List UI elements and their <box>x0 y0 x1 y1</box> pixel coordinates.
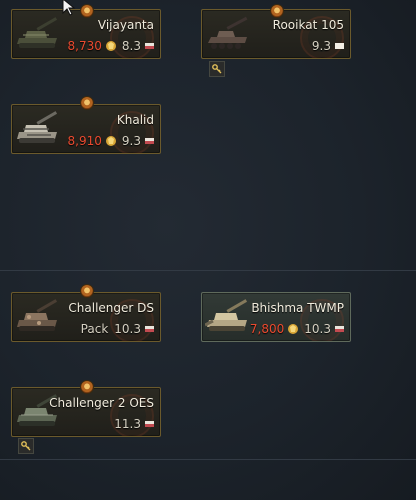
battle-rating: 9.3 <box>311 39 331 53</box>
vehicle-name: Vijayanta <box>97 18 154 32</box>
research-tree-panel: { "vehicles": [ {"name": "Vijayanta", "p… <box>0 0 416 500</box>
vehicle-price: 8,730 <box>67 39 102 53</box>
country-flag-icon <box>335 326 344 332</box>
vehicle-stats: 7,800 10.3 <box>250 322 344 336</box>
country-flag-icon <box>145 421 154 427</box>
rank-medal-icon <box>80 96 94 110</box>
rank-medal-icon <box>80 4 94 18</box>
vehicle-card-challenger-2-oes[interactable]: Challenger 2 OES 11.3 <box>11 387 161 437</box>
golden-lions-icon <box>105 136 116 146</box>
key-icon <box>209 61 225 77</box>
pack-label: Pack <box>80 322 109 336</box>
rank-medal-icon <box>80 380 94 394</box>
battle-rating: 8.3 <box>121 39 141 53</box>
golden-lions-icon <box>288 324 299 334</box>
vehicle-stats: 9.3 <box>308 39 344 53</box>
country-flag-icon <box>145 138 154 144</box>
vehicle-price: 7,800 <box>249 322 285 336</box>
country-flag-icon <box>145 326 154 332</box>
battle-rating: 11.3 <box>114 417 141 431</box>
battle-rating: 10.3 <box>304 322 331 336</box>
tank-icon <box>17 17 58 48</box>
battle-rating: 10.3 <box>114 322 141 336</box>
mouse-cursor-icon <box>62 0 76 16</box>
rank-medal-icon <box>270 4 284 18</box>
vehicle-name: Rooikat 105 <box>272 18 344 32</box>
country-flag-icon <box>335 43 344 49</box>
vehicle-stats: Pack 10.3 <box>81 322 154 336</box>
vehicle-name: Challenger DS <box>68 301 154 315</box>
tank-icon <box>208 16 248 49</box>
key-icon <box>18 438 34 454</box>
vehicle-price: 8,910 <box>67 134 102 148</box>
vehicle-stats: 8,730 8.3 <box>68 39 154 53</box>
vehicle-card-khalid[interactable]: Khalid 8,910 9.3 <box>11 104 161 154</box>
rank-medal-icon <box>80 284 94 298</box>
tank-icon <box>17 299 58 331</box>
vehicle-card-bhishma-twmp[interactable]: Bhishma TWMP 7,800 10.3 <box>201 292 351 342</box>
battle-rating: 9.3 <box>121 134 141 148</box>
vehicle-name: Bhishma TWMP <box>251 301 344 315</box>
vehicle-card-challenger-ds[interactable]: Challenger DS Pack 10.3 <box>11 292 161 342</box>
country-flag-icon <box>145 43 154 49</box>
vehicle-name: Khalid <box>116 113 154 127</box>
rank-divider <box>0 270 416 271</box>
vehicle-stats: 8,910 9.3 <box>68 134 154 148</box>
vehicle-name: Challenger 2 OES <box>49 396 154 410</box>
rank-divider <box>0 459 416 460</box>
vehicle-stats: 11.3 <box>112 417 154 431</box>
tank-icon <box>17 111 58 143</box>
golden-lions-icon <box>105 41 116 51</box>
tank-icon <box>205 299 248 331</box>
